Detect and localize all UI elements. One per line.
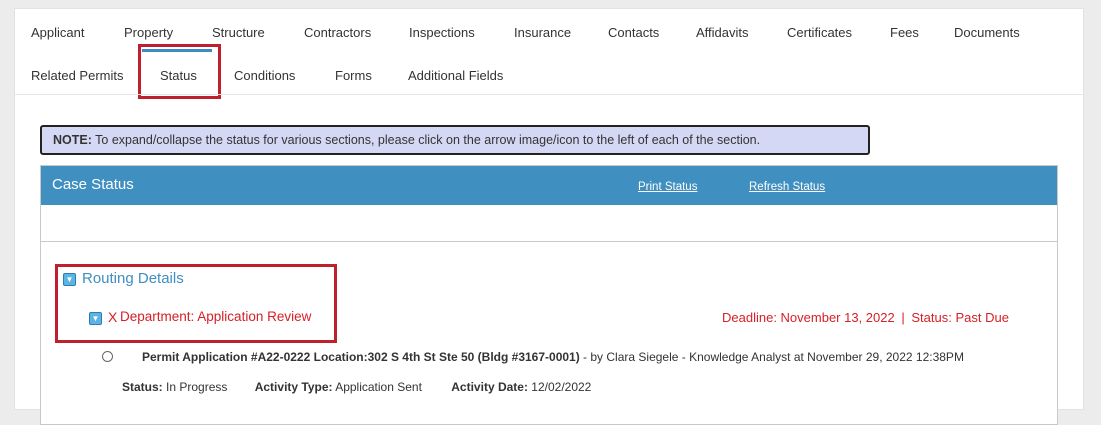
status-value: In Progress <box>166 380 228 394</box>
case-status-title: Case Status <box>52 176 134 193</box>
permit-panel: Applicant Property Structure Contractors… <box>14 8 1084 425</box>
note-text: To expand/collapse the status for variou… <box>95 133 761 147</box>
tab-property[interactable]: Property <box>124 25 173 40</box>
activity-title-bold: Permit Application #A22-0222 Location:30… <box>142 350 580 364</box>
activity-date-label: Activity Date: <box>451 380 528 394</box>
deadline-status: Deadline: November 13, 2022 | Status: Pa… <box>722 310 1009 325</box>
tab-related-permits[interactable]: Related Permits <box>31 68 123 83</box>
routing-highlight <box>55 264 337 343</box>
deadline-text: Deadline: November 13, 2022 <box>722 310 895 325</box>
tab-structure[interactable]: Structure <box>212 25 265 40</box>
tab-certificates[interactable]: Certificates <box>787 25 852 40</box>
tab-bar: Applicant Property Structure Contractors… <box>15 9 1083 99</box>
tab-additional-fields[interactable]: Additional Fields <box>408 68 503 83</box>
activity-type-label: Activity Type: <box>254 380 333 394</box>
tab-conditions[interactable]: Conditions <box>234 68 295 83</box>
status-label: Status: <box>122 380 163 394</box>
tab-inspections[interactable]: Inspections <box>409 25 475 40</box>
note-banner: NOTE: To expand/collapse the status for … <box>40 125 870 155</box>
activity-type-value: Application Sent <box>335 380 422 394</box>
activity-meta: Status: In Progress Activity Type: Appli… <box>122 380 591 394</box>
tab-applicant[interactable]: Applicant <box>31 25 84 40</box>
tab-divider <box>15 94 1083 95</box>
status-tab-highlight <box>138 44 221 99</box>
section-divider <box>41 241 1057 242</box>
activity-title-rest: - by Clara Siegele - Knowledge Analyst a… <box>579 350 964 364</box>
tab-forms[interactable]: Forms <box>335 68 372 83</box>
tab-affidavits[interactable]: Affidavits <box>696 25 749 40</box>
activity-date-value: 12/02/2022 <box>531 380 592 394</box>
tab-fees[interactable]: Fees <box>890 25 919 40</box>
tab-documents[interactable]: Documents <box>954 25 1020 40</box>
tab-contractors[interactable]: Contractors <box>304 25 371 40</box>
activity-title: Permit Application #A22-0222 Location:30… <box>142 350 964 364</box>
print-status-link[interactable]: Print Status <box>638 181 697 193</box>
tab-contacts[interactable]: Contacts <box>608 25 659 40</box>
tab-insurance[interactable]: Insurance <box>514 25 571 40</box>
past-due-status: Status: Past Due <box>911 310 1009 325</box>
refresh-status-link[interactable]: Refresh Status <box>749 181 825 193</box>
note-label: NOTE: <box>53 133 92 147</box>
case-status-header: Case Status Print Status Refresh Status <box>41 166 1057 205</box>
radio-icon[interactable] <box>102 351 113 362</box>
case-status-section: Case Status Print Status Refresh Status … <box>40 165 1058 425</box>
deadline-separator: | <box>901 310 905 325</box>
